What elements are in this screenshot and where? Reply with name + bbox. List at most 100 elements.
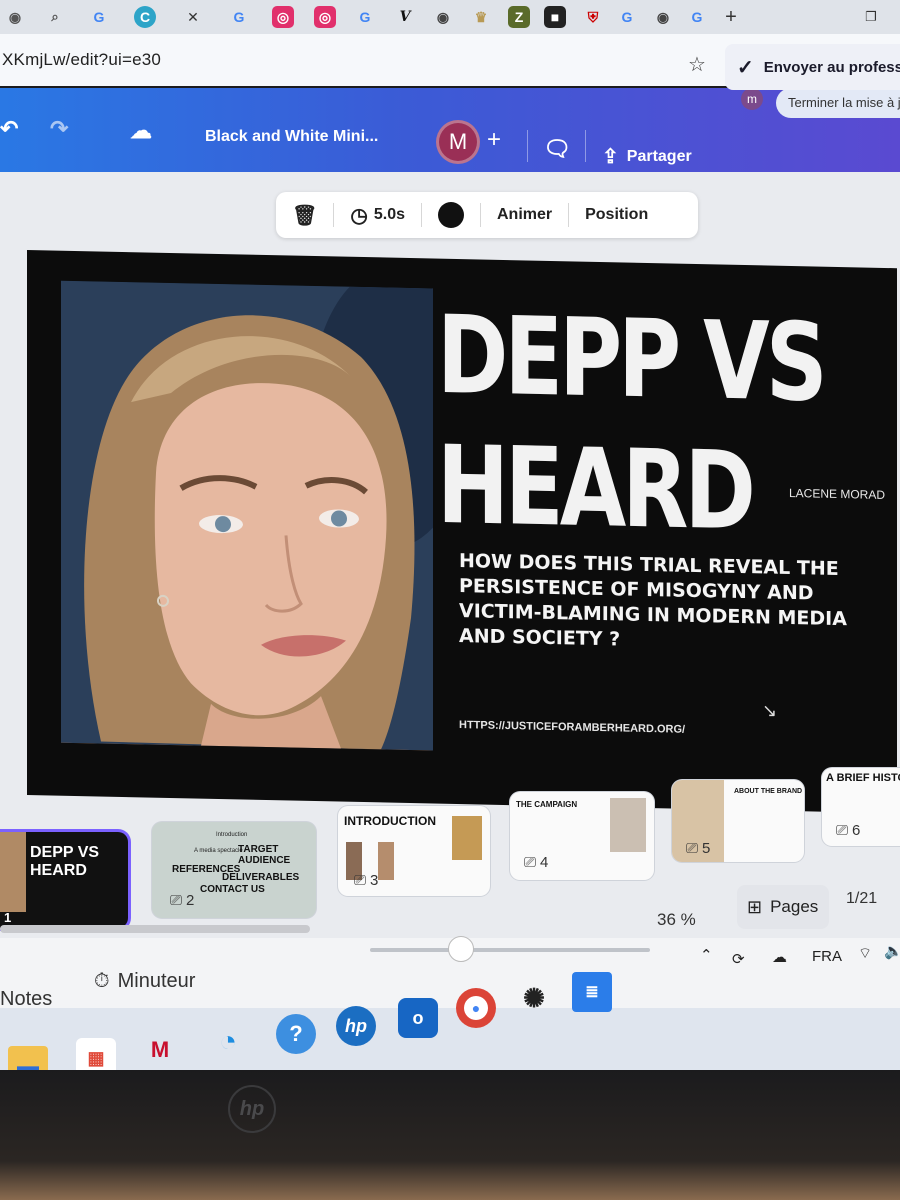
presenter-icon: ⎚: [836, 822, 849, 839]
crown-tab-icon[interactable]: ♛: [470, 6, 492, 28]
dark-tab-icon[interactable]: ■: [544, 6, 566, 28]
color-button[interactable]: [422, 192, 480, 238]
search-tab-icon[interactable]: ⌕: [44, 6, 66, 28]
mcafee-tab-icon[interactable]: ⛨: [582, 6, 604, 28]
laptop-bezel: [0, 1070, 900, 1200]
thumb-number: 3: [370, 872, 379, 889]
chrome-taskbar-icon[interactable]: ●: [456, 988, 496, 1028]
thumb-number: 4: [540, 854, 549, 871]
z-tab-icon[interactable]: Z: [508, 6, 530, 28]
pages-button[interactable]: ⊞ Pages: [737, 885, 829, 929]
slide-link[interactable]: HTTPS://JUSTICEFORAMBERHEARD.ORG/: [459, 719, 685, 736]
send-to-teacher-button[interactable]: ✓ Envoyer au profess: [725, 44, 900, 90]
delete-button[interactable]: 🗑: [276, 192, 333, 238]
current-slide[interactable]: DEPP VS HEARD LACENE MORAD HOW DOES THIS…: [27, 250, 899, 814]
undo-icon[interactable]: ↶: [0, 116, 18, 142]
header-divider: [585, 130, 586, 162]
presenter-icon: ⎚: [354, 872, 367, 889]
profile-avatar[interactable]: m: [741, 88, 763, 110]
editor-header: ↶ ↷ ☁ Black and White Mini... M + 🗨 ⇪ Pa…: [0, 88, 900, 184]
trash-icon: 🗑: [292, 204, 318, 227]
thumb-number-2: ⎚ 2: [170, 892, 194, 909]
google-tab-icon[interactable]: G: [616, 6, 638, 28]
bookmark-star-icon[interactable]: ☆: [688, 52, 706, 77]
google-tab-icon[interactable]: G: [686, 6, 708, 28]
slide-author[interactable]: LACENE MORAD: [789, 486, 885, 502]
duration-button[interactable]: ◷ 5.0s: [334, 192, 421, 238]
comment-icon[interactable]: 🗨: [543, 136, 571, 162]
thumb-number: 5: [702, 840, 711, 857]
add-collaborator-icon[interactable]: +: [487, 126, 501, 154]
google-tab-icon[interactable]: G: [228, 6, 250, 28]
chevron-up-icon[interactable]: ⌃: [700, 946, 713, 964]
pages-label: Pages: [770, 897, 819, 916]
upload-icon: ⇪: [602, 146, 619, 168]
animate-button[interactable]: Animer: [481, 192, 568, 238]
send-label: Envoyer au profess: [763, 58, 900, 76]
onedrive-icon[interactable]: ☁: [772, 948, 787, 966]
duration-value: 5.0s: [373, 206, 405, 223]
zoom-slider-handle[interactable]: [448, 936, 474, 962]
slide-title[interactable]: DEPP VS HEARD: [437, 291, 824, 559]
stopwatch-icon: ⏱: [94, 970, 110, 992]
thumbnail-scrollbar[interactable]: [0, 925, 310, 933]
outlook-icon[interactable]: o: [398, 998, 438, 1038]
chrome-tab-icon[interactable]: ◉: [652, 6, 674, 28]
page-count: 1/21: [846, 890, 878, 907]
chrome-tab-icon[interactable]: ◉: [4, 6, 26, 28]
url-field[interactable]: XKmjLw/edit?ui=e30: [2, 50, 161, 70]
slide-title-line1: DEPP VS: [437, 293, 824, 427]
page-thumbnail-6[interactable]: A BRIEF HISTORY: [822, 768, 900, 846]
document-title[interactable]: Black and White Mini...: [205, 128, 378, 146]
edge-icon[interactable]: ◔: [208, 1022, 248, 1062]
thumb-photo: [0, 832, 26, 912]
help-icon[interactable]: ?: [276, 1014, 316, 1054]
thumb-title: THE CAMPAIGN: [516, 800, 578, 809]
instagram-tab-icon[interactable]: ◎: [272, 6, 294, 28]
redo-icon[interactable]: ↷: [50, 116, 68, 142]
google-tab-icon[interactable]: G: [88, 6, 110, 28]
restore-window-icon[interactable]: ❐: [860, 6, 882, 28]
language-indicator[interactable]: FRA: [812, 948, 842, 965]
close-tab-icon[interactable]: ✕: [182, 6, 204, 28]
thumb-title: DEPP VS HEARD: [30, 844, 100, 879]
thumb2-line: DELIVERABLES: [222, 872, 300, 883]
mcafee-icon[interactable]: M: [140, 1030, 180, 1070]
finish-update-button[interactable]: Terminer la mise à jo: [776, 88, 900, 118]
portrait-illustration: [61, 280, 433, 751]
thumb2-line: TARGET AUDIENCE: [238, 844, 291, 866]
canva-tab-icon[interactable]: C: [134, 6, 156, 28]
position-button[interactable]: Position: [569, 192, 664, 238]
thumb-number: 6: [852, 822, 861, 839]
wifi-icon[interactable]: ⌔: [858, 944, 872, 963]
chatgpt-icon[interactable]: ✺: [514, 978, 554, 1018]
collaborator-avatar[interactable]: M: [436, 120, 480, 164]
hp-app-icon[interactable]: hp: [336, 1006, 376, 1046]
notes-app-icon[interactable]: ≣: [572, 972, 612, 1012]
portrait-photo[interactable]: [61, 280, 433, 751]
new-tab-icon[interactable]: +: [720, 6, 742, 28]
volume-icon[interactable]: 🔈: [884, 942, 900, 960]
pages-grid-icon: ⊞: [747, 896, 763, 917]
thumb-photo: [452, 816, 482, 860]
page-thumbnail-1[interactable]: DEPP VS HEARD 1: [0, 832, 128, 928]
thumb-photo: [610, 798, 646, 852]
thumb-title: A BRIEF HISTORY: [826, 772, 900, 784]
v-tab-icon[interactable]: V: [394, 6, 416, 28]
presenter-icon: ⎚: [686, 840, 699, 857]
cloud-saved-icon[interactable]: ☁: [130, 118, 152, 144]
chrome-tab-icon[interactable]: ◉: [432, 6, 454, 28]
share-button[interactable]: ⇪ Partager: [602, 144, 692, 169]
timer-button[interactable]: ⏱ Minuteur: [94, 970, 195, 993]
thumb-number-4: ⎚ 4: [524, 854, 548, 871]
sync-icon[interactable]: ⟳: [732, 950, 745, 968]
thumb-number: 1: [4, 910, 12, 925]
zoom-slider[interactable]: [370, 948, 650, 952]
zoom-level[interactable]: 36 %: [657, 910, 696, 930]
slide-question[interactable]: HOW DOES THIS TRIAL REVEAL THE PERSISTEN…: [459, 549, 899, 658]
presenter-icon: ⎚: [170, 892, 183, 909]
thumb-number-5: ⎚ 5: [686, 840, 710, 857]
header-divider: [527, 130, 528, 162]
instagram-tab-icon[interactable]: ◎: [314, 6, 336, 28]
google-tab-icon[interactable]: G: [354, 6, 376, 28]
